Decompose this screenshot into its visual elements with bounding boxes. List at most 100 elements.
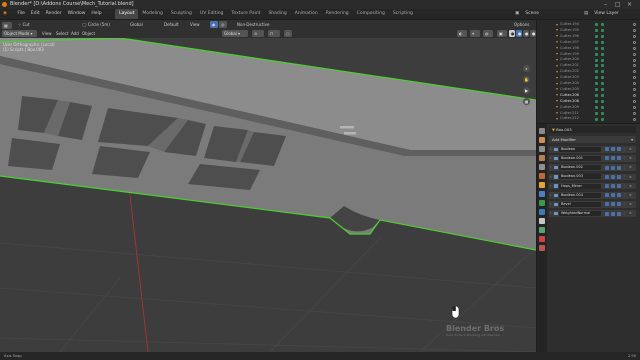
modifier-name-field[interactable]: Boolean.002 bbox=[559, 165, 601, 171]
pivot-point-button[interactable]: ⊙ bbox=[252, 30, 264, 37]
modifier-tab-icon[interactable] bbox=[539, 191, 545, 197]
snap-toggle[interactable]: ◆ bbox=[210, 21, 218, 28]
visibility-eye-icon[interactable] bbox=[633, 64, 636, 68]
tool-shape-label[interactable]: ◯ Circle (5m) bbox=[82, 21, 110, 28]
texture-tab-icon[interactable] bbox=[539, 245, 545, 251]
visibility-eye-icon[interactable] bbox=[633, 82, 636, 86]
outliner-item[interactable]: Cutter.212 bbox=[537, 116, 640, 122]
add-modifier-button[interactable]: Add Modifier ▾ bbox=[549, 136, 636, 143]
mode-selector[interactable]: Object Mode ▾ bbox=[2, 30, 37, 37]
physics-tab-icon[interactable] bbox=[539, 209, 545, 215]
snapping-button[interactable]: ⊓ bbox=[268, 30, 280, 37]
solid-shading-button[interactable]: ● bbox=[516, 30, 522, 37]
expand-chevron-icon[interactable]: › bbox=[550, 192, 551, 199]
wireframe-shading-button[interactable]: ● bbox=[509, 30, 515, 37]
modifier-options-icon[interactable]: ⋮ bbox=[623, 155, 627, 162]
close-icon[interactable]: × bbox=[627, 0, 632, 9]
object-tab-icon[interactable] bbox=[539, 182, 545, 188]
modifier-options-icon[interactable]: ⋮ bbox=[623, 174, 627, 181]
add-menu[interactable]: Add bbox=[71, 30, 79, 37]
modifier-options-icon[interactable]: ⋮ bbox=[623, 183, 627, 190]
show-in-viewport-icon[interactable] bbox=[611, 165, 615, 170]
expand-chevron-icon[interactable]: › bbox=[550, 183, 551, 190]
visibility-eye-icon[interactable] bbox=[633, 58, 636, 62]
blender-menu-icon[interactable]: ◉ bbox=[0, 9, 10, 19]
proportional-edit-button[interactable]: ○ bbox=[284, 30, 292, 37]
modifier-panel[interactable]: › WeightedNormal ⋮ × bbox=[549, 210, 636, 217]
show-in-editmode-icon[interactable] bbox=[605, 165, 609, 170]
show-in-render-icon[interactable] bbox=[617, 165, 621, 170]
workspace-tab-layout[interactable]: Layout bbox=[115, 9, 139, 19]
modifier-panel[interactable]: › Boolean.004 ⋮ × bbox=[549, 192, 636, 199]
remove-modifier-icon[interactable]: × bbox=[629, 201, 632, 208]
remove-modifier-icon[interactable]: × bbox=[629, 164, 632, 171]
particles-tab-icon[interactable] bbox=[539, 200, 545, 206]
visibility-eye-icon[interactable] bbox=[633, 70, 636, 74]
editor-type-button[interactable]: ▦ bbox=[2, 22, 12, 29]
orientation-selector[interactable]: Global ▾ bbox=[222, 30, 248, 37]
remove-modifier-icon[interactable]: × bbox=[629, 183, 632, 190]
view-menu[interactable]: View bbox=[42, 30, 52, 37]
zoom-gizmo-icon[interactable]: ⌕ bbox=[523, 65, 530, 72]
expand-chevron-icon[interactable]: › bbox=[550, 155, 551, 162]
transform-label[interactable]: Global bbox=[130, 21, 143, 28]
remove-modifier-icon[interactable]: × bbox=[629, 210, 632, 217]
modifier-panel[interactable]: › Bevel ⋮ × bbox=[549, 201, 636, 208]
output-tab-icon[interactable] bbox=[539, 146, 545, 152]
visibility-eye-icon[interactable] bbox=[633, 88, 636, 92]
menu-item-render[interactable]: Render bbox=[43, 9, 65, 19]
rendered-shading-button[interactable]: ● bbox=[530, 30, 536, 37]
modifier-options-icon[interactable]: ⋮ bbox=[623, 146, 627, 153]
visibility-eye-icon[interactable] bbox=[633, 40, 636, 44]
material-tab-icon[interactable] bbox=[539, 236, 545, 242]
modifier-panel[interactable]: › Boolean.003 ⋮ × bbox=[549, 173, 636, 181]
overlay-toggle[interactable]: ◍ bbox=[483, 30, 493, 37]
show-in-viewport-icon[interactable] bbox=[611, 183, 615, 188]
menu-item-file[interactable]: File bbox=[14, 9, 28, 19]
view-layer-selector[interactable]: ▤ View Layer bbox=[578, 9, 625, 19]
object-name-field[interactable]: ▼ Box.003 bbox=[549, 126, 636, 133]
camera-gizmo-icon[interactable]: ▶ bbox=[523, 87, 530, 94]
select-menu[interactable]: Select bbox=[56, 30, 68, 37]
visibility-button[interactable]: ◐ bbox=[457, 30, 467, 37]
viewport-canvas[interactable] bbox=[0, 38, 536, 352]
options-menu[interactable]: Options bbox=[514, 21, 529, 28]
expand-chevron-icon[interactable]: › bbox=[550, 201, 551, 208]
proportional-toggle[interactable]: ◎ bbox=[219, 21, 227, 28]
show-in-editmode-icon[interactable] bbox=[605, 147, 609, 152]
constraints-tab-icon[interactable] bbox=[539, 218, 545, 224]
show-in-render-icon[interactable] bbox=[617, 211, 621, 216]
xray-toggle[interactable]: ▣ bbox=[497, 30, 507, 37]
expand-chevron-icon[interactable]: › bbox=[550, 164, 551, 171]
visibility-eye-icon[interactable] bbox=[633, 52, 636, 56]
workspace-tab-rendering[interactable]: Rendering bbox=[322, 9, 353, 19]
maximize-icon[interactable]: □ bbox=[615, 0, 621, 9]
workspace-tab-modeling[interactable]: Modeling bbox=[138, 9, 166, 19]
modifier-options-icon[interactable]: ⋮ bbox=[623, 210, 627, 217]
show-in-editmode-icon[interactable] bbox=[605, 193, 609, 198]
visibility-eye-icon[interactable] bbox=[633, 34, 636, 38]
show-in-viewport-icon[interactable] bbox=[611, 211, 615, 216]
show-in-editmode-icon[interactable] bbox=[605, 156, 609, 161]
modifier-options-icon[interactable]: ⋮ bbox=[623, 201, 627, 208]
expand-chevron-icon[interactable]: › bbox=[550, 210, 551, 217]
pivot-label[interactable]: Default bbox=[164, 21, 179, 28]
visibility-eye-icon[interactable] bbox=[633, 99, 636, 103]
tool-select-label[interactable]: ⊹ Cut bbox=[18, 21, 30, 28]
ortho-gizmo-icon[interactable]: ▦ bbox=[523, 98, 530, 105]
show-in-editmode-icon[interactable] bbox=[605, 202, 609, 207]
modifier-name-field[interactable]: Boolean.004 bbox=[559, 192, 601, 198]
data-tab-icon[interactable] bbox=[539, 227, 545, 233]
minimize-icon[interactable]: – bbox=[604, 0, 607, 9]
expand-chevron-icon[interactable]: › bbox=[550, 174, 551, 181]
3d-viewport[interactable]: User Orthographic (Local) (1) Scripts | … bbox=[0, 38, 536, 352]
workspace-tab-compositing[interactable]: Compositing bbox=[353, 9, 389, 19]
visibility-eye-icon[interactable] bbox=[633, 46, 636, 50]
tool-tab-icon[interactable] bbox=[539, 128, 545, 134]
outliner-panel[interactable]: Cutter.194 Cutter.195 Cutter.196 Cutter.197… bbox=[537, 20, 640, 123]
visibility-eye-icon[interactable] bbox=[633, 111, 636, 115]
world-tab-icon[interactable] bbox=[539, 173, 545, 179]
show-in-render-icon[interactable] bbox=[617, 193, 621, 198]
menu-item-help[interactable]: Help bbox=[88, 9, 104, 19]
visibility-eye-icon[interactable] bbox=[633, 76, 636, 80]
